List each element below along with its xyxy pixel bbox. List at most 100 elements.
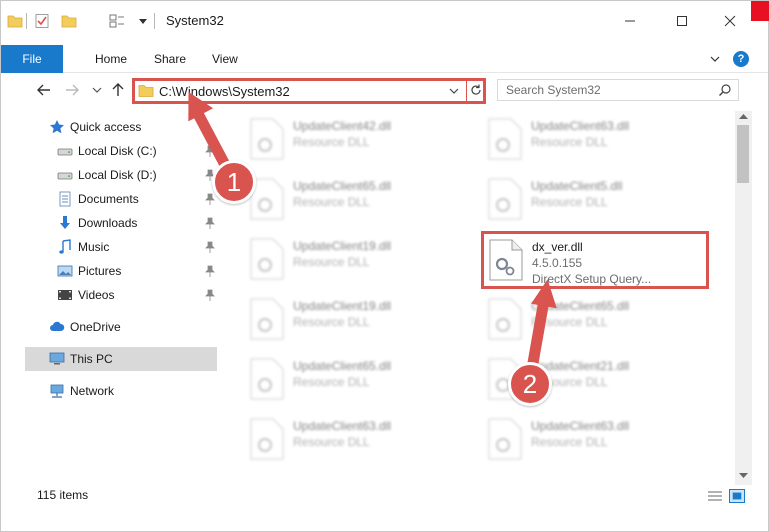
file-item[interactable]: UpdateClient63.dll Resource DLL — [483, 413, 703, 465]
scrollbar-thumb[interactable] — [737, 125, 749, 183]
customize-toolbar-icon[interactable] — [109, 13, 125, 29]
pin-icon[interactable] — [205, 241, 215, 253]
file-item[interactable]: UpdateClient19.dll Resource DLL — [245, 233, 465, 285]
drive-icon — [57, 172, 73, 180]
pictures-icon — [57, 265, 73, 277]
file-item[interactable]: UpdateClient42.dll Resource DLL — [245, 113, 465, 165]
search-box[interactable] — [497, 79, 739, 101]
sidebar-item-network[interactable]: Network — [25, 379, 217, 403]
folder-icon[interactable] — [7, 13, 23, 29]
sidebar-item-music[interactable]: Music — [25, 235, 217, 259]
sidebar-item-local-disk-d[interactable]: Local Disk (D:) — [25, 163, 217, 187]
back-arrow-icon[interactable] — [35, 81, 53, 99]
scroll-down-icon[interactable] — [739, 473, 748, 479]
close-icon — [724, 15, 736, 27]
properties-icon[interactable] — [34, 13, 50, 29]
star-icon — [50, 120, 64, 134]
maximize-button[interactable] — [667, 9, 697, 33]
navigation-pane: Quick access Local Disk (C:) Local Disk … — [25, 111, 217, 411]
file-type: Resource DLL — [293, 135, 370, 149]
file-item[interactable]: UpdateClient19.dll Resource DLL — [245, 293, 465, 345]
search-icon[interactable] — [718, 83, 732, 97]
tiles-view-icon[interactable] — [729, 489, 745, 503]
pin-icon[interactable] — [205, 217, 215, 229]
file-name: UpdateClient63.dll — [531, 419, 630, 433]
chevron-down-icon[interactable] — [709, 53, 721, 65]
file-type: Resource DLL — [293, 375, 370, 389]
file-item[interactable]: UpdateClient65.dll Resource DLL — [483, 293, 703, 345]
file-version: 4.5.0.155 — [532, 256, 583, 270]
address-bar[interactable]: C:\Windows\System32 — [132, 78, 486, 104]
scroll-up-icon[interactable] — [739, 113, 748, 119]
tab-view[interactable]: View — [212, 52, 238, 66]
chevron-down-icon[interactable] — [91, 81, 103, 99]
sidebar-item-videos[interactable]: Videos — [25, 283, 217, 307]
up-arrow-icon[interactable] — [109, 81, 127, 99]
new-folder-icon[interactable] — [61, 13, 77, 29]
sidebar-item-label: Pictures — [78, 264, 122, 278]
sidebar-item-pictures[interactable]: Pictures — [25, 259, 217, 283]
pin-icon[interactable] — [205, 193, 215, 205]
sidebar-item-this-pc[interactable]: This PC — [25, 347, 217, 371]
sidebar-item-label: Music — [78, 240, 110, 254]
file-type: Resource DLL — [293, 435, 370, 449]
quick-access-divider — [26, 13, 27, 29]
file-name: UpdateClient63.dll — [293, 419, 392, 433]
file-type: Resource DLL — [531, 195, 608, 209]
vertical-scrollbar[interactable] — [735, 111, 752, 485]
address-path[interactable]: C:\Windows\System32 — [159, 84, 290, 99]
file-list: UpdateClient42.dll Resource DLL UpdateCl… — [217, 111, 734, 479]
dll-file-icon — [250, 238, 284, 280]
tab-home[interactable]: Home — [95, 52, 127, 66]
sidebar-item-downloads[interactable]: Downloads — [25, 211, 217, 235]
tab-share[interactable]: Share — [154, 52, 186, 66]
navigation-bar: C:\Windows\System32 — [1, 75, 768, 105]
search-input[interactable] — [506, 83, 706, 97]
file-item[interactable]: UpdateClient63.dll Resource DLL — [483, 113, 703, 165]
pin-icon[interactable] — [205, 265, 215, 277]
sidebar-item-label: Documents — [78, 192, 139, 206]
file-name: UpdateClient19.dll — [293, 299, 392, 313]
file-type: Resource DLL — [293, 195, 370, 209]
documents-icon — [59, 191, 71, 207]
file-type: Resource DLL — [293, 315, 370, 329]
chevron-down-icon[interactable] — [135, 13, 151, 29]
file-item-dx-ver[interactable]: dx_ver.dll 4.5.0.155 DirectX Setup Query… — [481, 231, 709, 289]
refresh-icon[interactable] — [469, 83, 483, 97]
dll-file-icon — [250, 358, 284, 400]
file-name: UpdateClient65.dll — [531, 299, 630, 313]
sidebar-item-label: Local Disk (D:) — [78, 168, 157, 182]
pin-icon[interactable] — [205, 145, 215, 157]
sidebar-item-label: Downloads — [78, 216, 138, 230]
minimize-icon — [625, 20, 635, 22]
pin-icon[interactable] — [205, 289, 215, 301]
help-icon[interactable]: ? — [733, 51, 749, 67]
details-view-icon[interactable] — [707, 489, 723, 503]
file-type: Resource DLL — [531, 315, 608, 329]
folder-icon — [138, 85, 154, 97]
sidebar-item-quick-access[interactable]: Quick access — [25, 115, 217, 139]
file-item[interactable]: UpdateClient65.dll Resource DLL — [245, 353, 465, 405]
sidebar-item-label: This PC — [70, 352, 113, 366]
sidebar-item-label: Local Disk (C:) — [78, 144, 157, 158]
sidebar-item-local-disk-c[interactable]: Local Disk (C:) — [25, 139, 217, 163]
sidebar-item-documents[interactable]: Documents — [25, 187, 217, 211]
sidebar-item-onedrive[interactable]: OneDrive — [25, 315, 217, 339]
dll-file-icon — [488, 118, 522, 160]
title-bar: System32 — [1, 1, 769, 41]
close-button[interactable] — [715, 9, 745, 33]
file-item[interactable]: UpdateClient5.dll Resource DLL — [483, 173, 703, 225]
chevron-down-icon[interactable] — [448, 86, 460, 96]
file-name: UpdateClient63.dll — [531, 119, 630, 133]
file-explorer-window: System32 File Home Share View ? C:\Windo… — [0, 0, 769, 532]
tab-file[interactable]: File — [1, 45, 63, 73]
cloud-icon — [50, 321, 65, 331]
file-item[interactable]: UpdateClient63.dll Resource DLL — [245, 413, 465, 465]
forward-arrow-icon[interactable] — [63, 81, 81, 99]
file-type: Resource DLL — [293, 255, 370, 269]
file-name: dx_ver.dll — [532, 240, 583, 254]
file-name: UpdateClient65.dll — [293, 179, 392, 193]
dll-file-icon — [250, 298, 284, 340]
file-item[interactable]: UpdateClient65.dll Resource DLL — [245, 173, 465, 225]
minimize-button[interactable] — [615, 9, 645, 33]
